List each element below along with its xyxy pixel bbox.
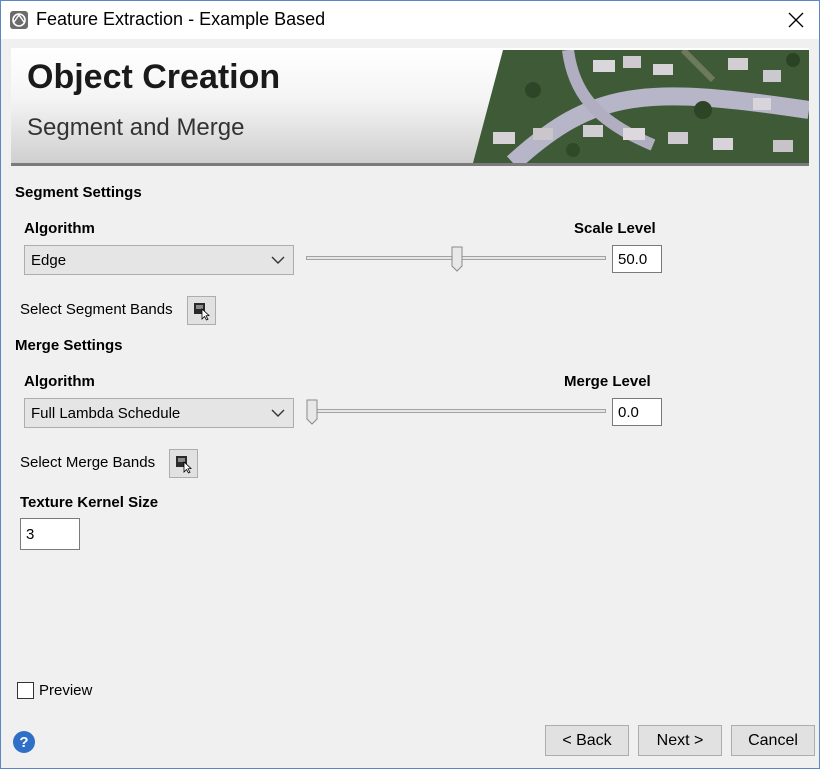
close-button[interactable] — [773, 1, 819, 39]
texture-kernel-size-input[interactable]: 3 — [20, 518, 80, 550]
scale-level-value: 50.0 — [618, 251, 648, 268]
back-button[interactable]: < Back — [545, 725, 629, 756]
aerial-image — [473, 50, 809, 163]
dialog-window: Feature Extraction - Example Based Objec… — [0, 0, 820, 769]
wizard-banner: Object Creation Segment and Merge — [11, 48, 809, 166]
scale-level-slider-thumb[interactable] — [451, 246, 463, 272]
merge-level-slider-track[interactable] — [311, 409, 606, 413]
next-button[interactable]: Next > — [638, 725, 722, 756]
merge-level-value: 0.0 — [618, 404, 639, 421]
chevron-down-icon — [271, 256, 285, 264]
merge-settings-heading: Merge Settings — [15, 337, 123, 354]
scale-level-label: Scale Level — [574, 220, 656, 237]
segment-algorithm-value: Edge — [31, 252, 67, 269]
close-icon — [788, 12, 804, 28]
app-icon — [10, 11, 28, 29]
merge-algorithm-select[interactable]: Full Lambda Schedule — [24, 398, 294, 428]
merge-algorithm-label: Algorithm — [24, 373, 95, 390]
segment-algorithm-label: Algorithm — [24, 220, 95, 237]
help-icon[interactable]: ? — [13, 731, 35, 753]
select-merge-bands-button[interactable] — [169, 449, 198, 478]
segment-settings-heading: Segment Settings — [15, 184, 142, 201]
select-merge-bands-label: Select Merge Bands — [20, 454, 156, 471]
preview-label: Preview — [39, 682, 93, 699]
title-bar: Feature Extraction - Example Based — [1, 1, 819, 39]
select-segment-bands-label: Select Segment Bands — [20, 301, 173, 318]
banner-title: Object Creation — [27, 58, 281, 96]
cancel-button[interactable]: Cancel — [731, 725, 815, 756]
chevron-down-icon — [271, 409, 285, 417]
select-segment-bands-button[interactable] — [187, 296, 216, 325]
band-selector-icon — [175, 455, 192, 474]
banner-subtitle: Segment and Merge — [27, 114, 245, 141]
band-selector-icon — [193, 302, 210, 321]
preview-checkbox[interactable] — [17, 682, 34, 699]
merge-level-slider-thumb[interactable] — [306, 399, 318, 425]
segment-algorithm-select[interactable]: Edge — [24, 245, 294, 275]
texture-kernel-size-label: Texture Kernel Size — [20, 494, 159, 511]
window-title: Feature Extraction - Example Based — [36, 9, 326, 29]
merge-algorithm-value: Full Lambda Schedule — [31, 405, 181, 422]
merge-level-label: Merge Level — [564, 373, 651, 390]
merge-level-input[interactable]: 0.0 — [612, 398, 662, 426]
texture-kernel-size-value: 3 — [26, 526, 35, 543]
scale-level-input[interactable]: 50.0 — [612, 245, 662, 273]
